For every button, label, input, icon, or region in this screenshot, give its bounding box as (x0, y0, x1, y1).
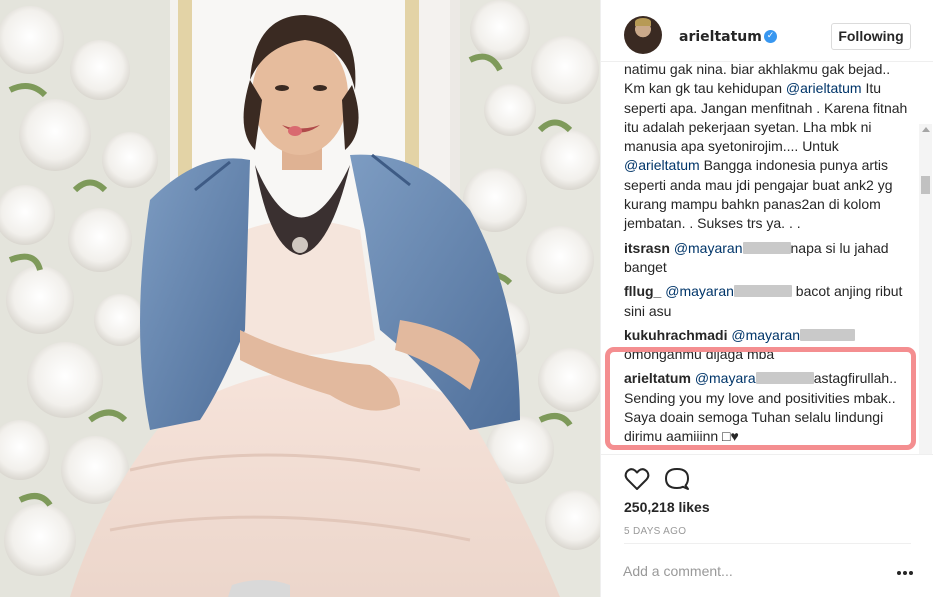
post-side-panel: arieltatum ✓ Following natimu gak nina. … (600, 0, 933, 597)
mention-link[interactable]: @mayaran (674, 240, 743, 256)
comments-container: natimu gak nina. biar akhlakmu gak bejad… (624, 62, 914, 454)
comment-author-link[interactable]: fllug_ (624, 283, 661, 299)
ellipsis-icon[interactable] (897, 571, 913, 575)
verified-badge-icon: ✓ (764, 30, 777, 43)
mention-link[interactable]: @arieltatum (786, 80, 862, 96)
mention-link[interactable]: @arieltatum (624, 157, 700, 173)
comment-item: itsrasn @mayaran napa si lu jahad banget (624, 239, 914, 278)
scroll-up-arrow-icon[interactable] (922, 127, 930, 132)
mention-link[interactable]: @mayara (695, 370, 756, 386)
redacted-text (755, 372, 814, 385)
post-photo (0, 0, 600, 597)
add-comment-section (601, 543, 933, 597)
speech-bubble-icon[interactable] (663, 465, 691, 493)
comments-scrollbar[interactable] (919, 124, 932, 454)
following-button[interactable]: Following (831, 23, 911, 50)
comment-item: kukuhrachmadi @mayaran omonganmu dijaga … (624, 326, 914, 365)
redacted-text (742, 241, 791, 254)
post-header: arieltatum ✓ Following (601, 0, 933, 62)
post-timestamp[interactable]: 5 DAYS AGO (624, 526, 686, 537)
comment-item: arieltatum @mayara astagfirullah.. Sendin… (624, 369, 914, 446)
post-actions: 250,218 likes 5 DAYS AGO (601, 454, 933, 544)
username-link[interactable]: arieltatum (679, 29, 762, 45)
divider (624, 543, 911, 544)
add-comment-input[interactable] (623, 560, 873, 582)
comment-author-link[interactable]: arieltatum (624, 370, 691, 386)
heart-outline-icon[interactable] (623, 465, 651, 493)
mention-link[interactable]: @mayaran (665, 283, 734, 299)
comment-author-link[interactable]: kukuhrachmadi (624, 327, 727, 343)
comment-author-link[interactable]: itsrasn (624, 240, 670, 256)
comment-text: omonganmu dijaga mba (624, 346, 775, 363)
comment-item: fllug_ @mayaran bacot anjing ribut sini … (624, 282, 914, 321)
redacted-text (800, 328, 856, 341)
avatar[interactable] (624, 16, 662, 54)
scroll-thumb[interactable] (921, 176, 930, 194)
comment-item: natimu gak nina. biar akhlakmu gak bejad… (624, 62, 914, 234)
likes-count[interactable]: 250,218 likes (624, 499, 710, 515)
comments-list[interactable]: natimu gak nina. biar akhlakmu gak bejad… (601, 62, 933, 454)
mention-link[interactable]: @mayaran (731, 327, 800, 343)
redacted-text (733, 285, 792, 298)
